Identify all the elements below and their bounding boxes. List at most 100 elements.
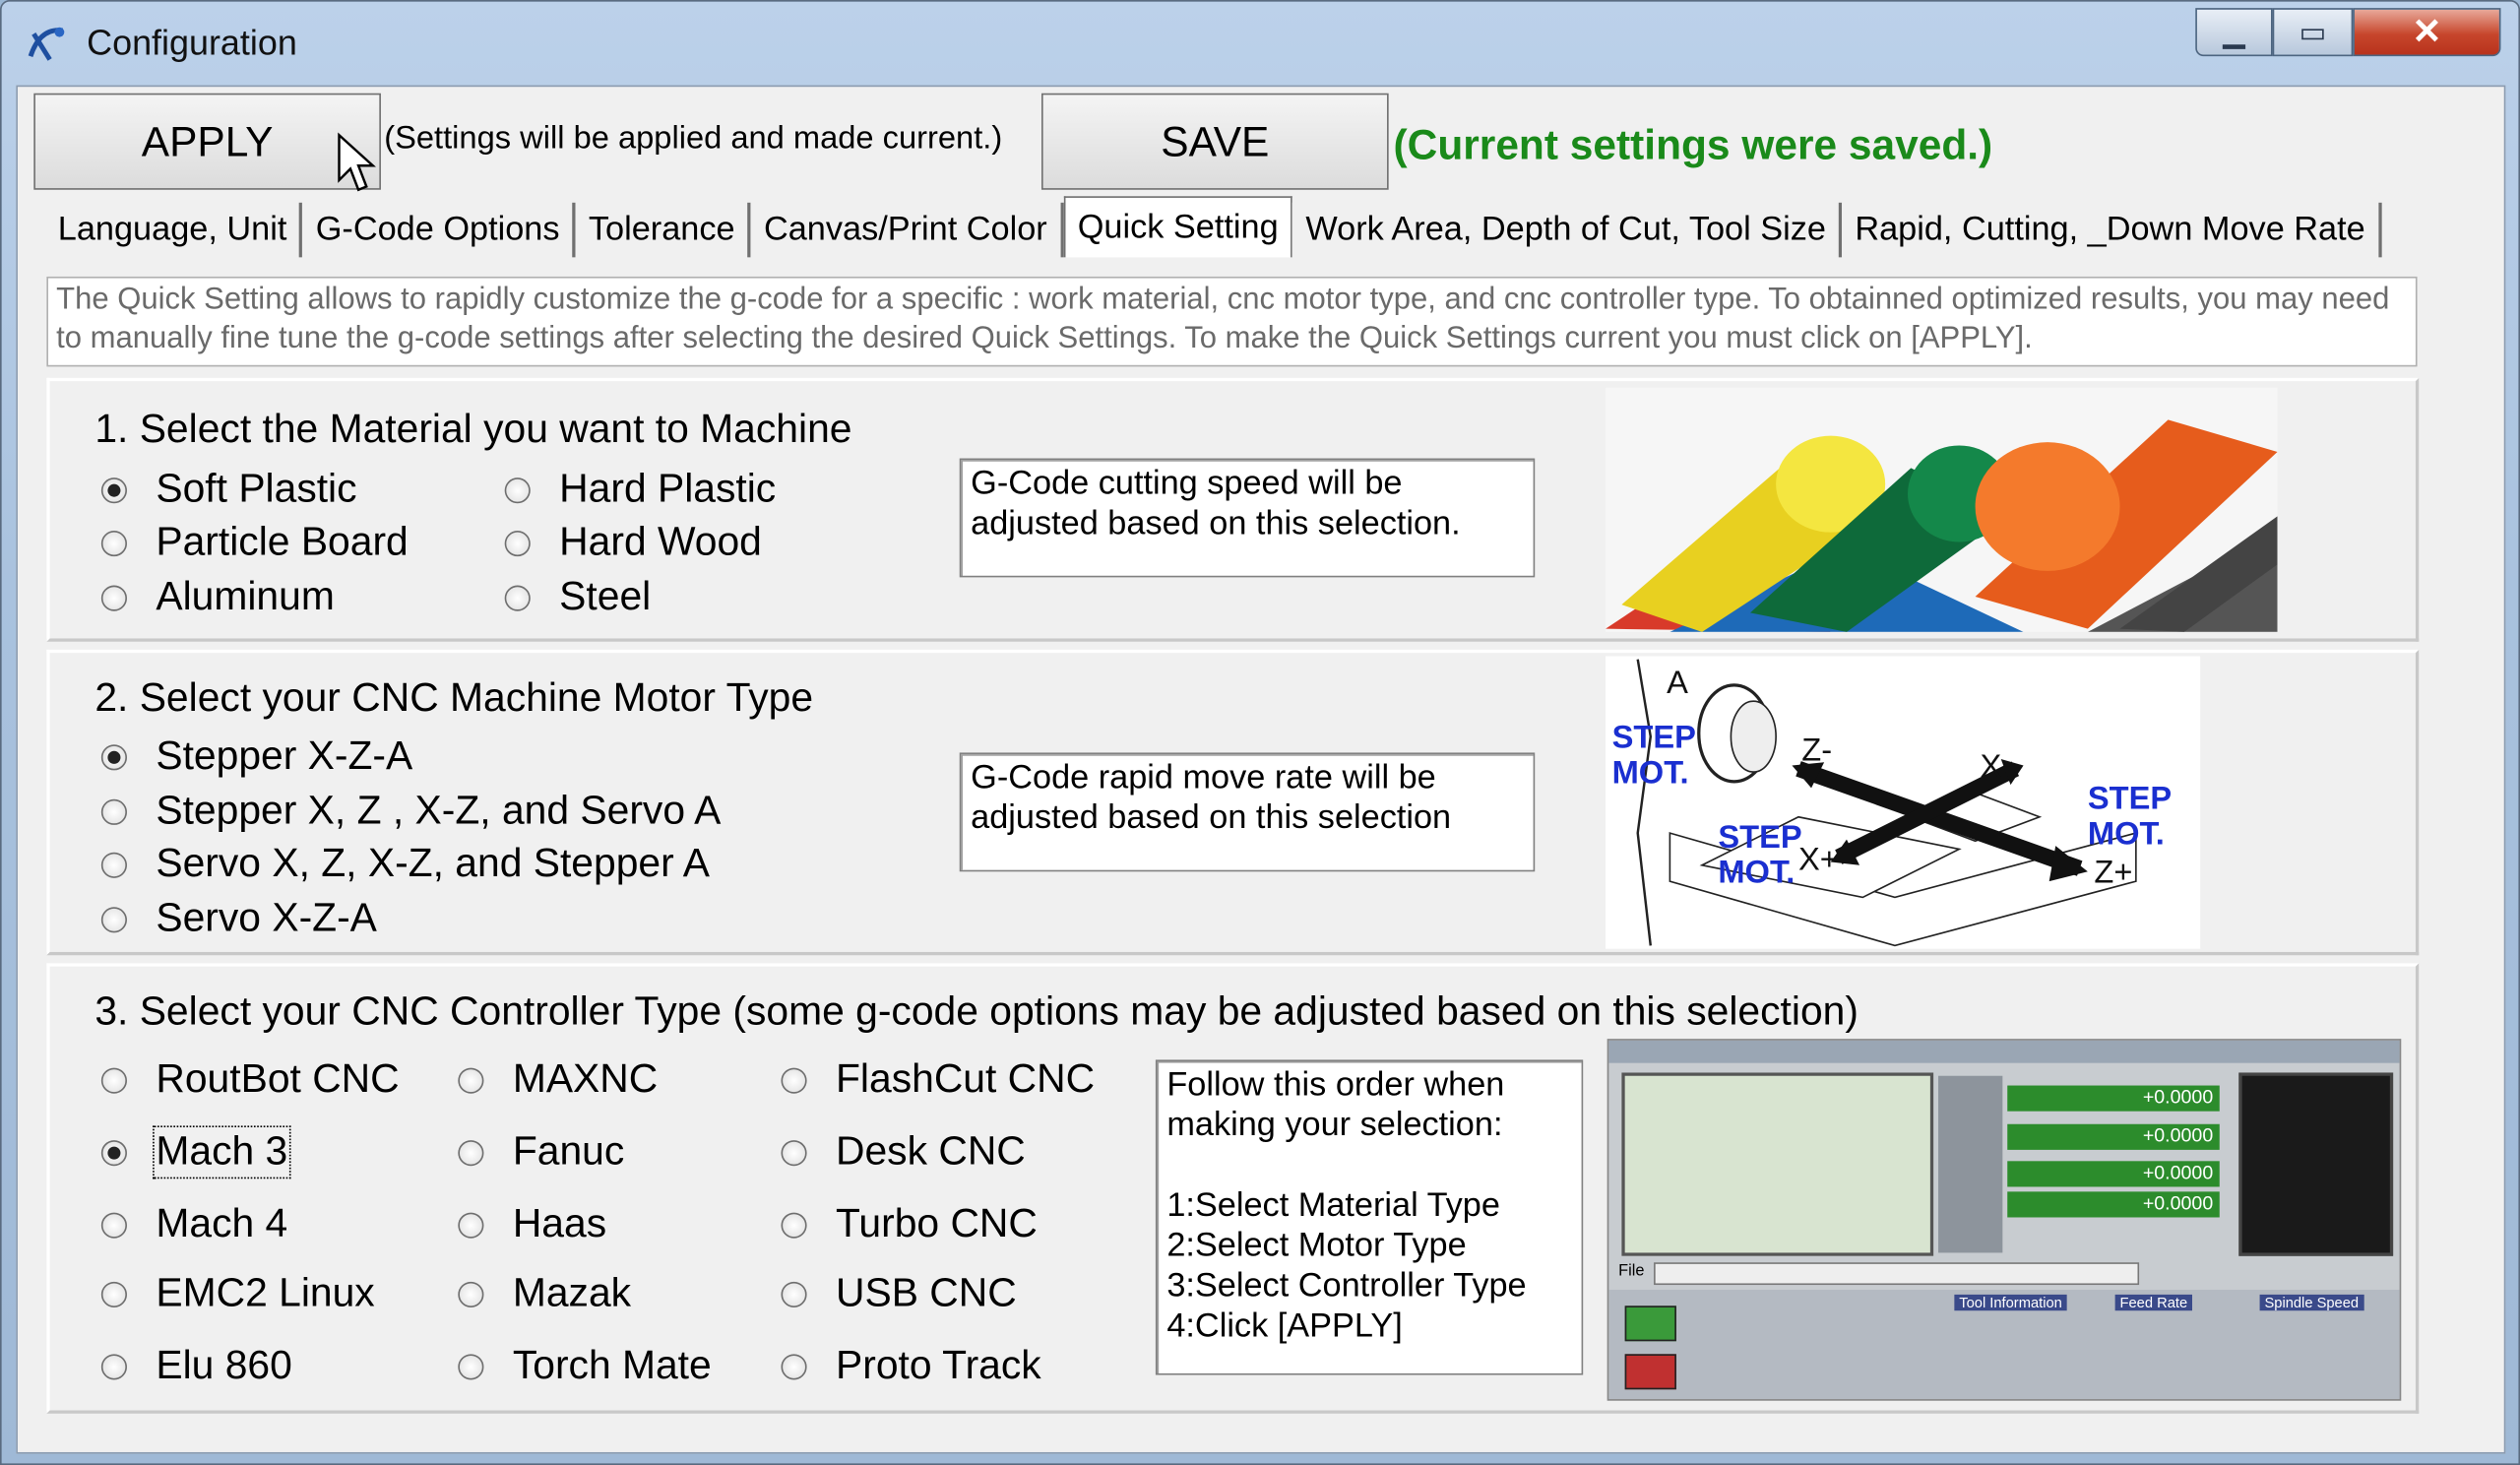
radio-soft-plastic[interactable]: Soft Plastic <box>100 466 357 513</box>
radio-label: Servo X-Z-A <box>156 895 377 941</box>
close-button[interactable]: ✕ <box>2353 8 2501 57</box>
radio-icon <box>100 530 127 556</box>
motor-info-box: G-Code rapid move rate will be adjusted … <box>959 752 1536 872</box>
minimize-icon: ▁ <box>2223 15 2245 48</box>
radio-hard-wood[interactable]: Hard Wood <box>504 520 762 566</box>
radio-elu-860[interactable]: Elu 860 <box>100 1343 292 1389</box>
radio-haas[interactable]: Haas <box>458 1201 606 1247</box>
radio-label: Mach 4 <box>156 1201 288 1246</box>
quick-setting-description: The Quick Setting allows to rapidly cust… <box>46 276 2418 367</box>
radio-label: Turbo CNC <box>836 1201 1038 1246</box>
mach3-stop-button <box>1624 1354 1676 1390</box>
mach3-feed-rate-label: Feed Rate <box>2114 1294 2193 1311</box>
radio-icon <box>100 1211 127 1238</box>
motor-heading: 2. Select your CNC Machine Motor Type <box>94 675 814 721</box>
radio-label: RoutBot CNC <box>156 1056 400 1102</box>
axis-x-minus-label: X- <box>1980 749 2013 786</box>
controller-heading: 3. Select your CNC Controller Type (some… <box>94 988 1858 1035</box>
radio-label: Stepper X, Z , X-Z, and Servo A <box>156 788 722 834</box>
tab-language-unit[interactable]: Language, Unit <box>44 202 303 258</box>
radio-icon <box>100 1281 127 1307</box>
tab-bar: Language, Unit G-Code Options Tolerance … <box>44 196 2382 258</box>
radio-routbot-cnc[interactable]: RoutBot CNC <box>100 1056 400 1103</box>
mach3-dro-a: +0.0000 <box>2007 1191 2220 1218</box>
mach3-cycle-start-button <box>1624 1306 1676 1342</box>
axis-z-minus-label: Z- <box>1801 732 1833 769</box>
window-title: Configuration <box>87 22 297 63</box>
maximize-button[interactable]: ▭ <box>2272 8 2354 57</box>
material-heading: 1. Select the Material you want to Machi… <box>94 407 852 452</box>
tab-gcode-options[interactable]: G-Code Options <box>302 202 576 258</box>
radio-usb-cnc[interactable]: USB CNC <box>781 1270 1017 1316</box>
radio-maxnc[interactable]: MAXNC <box>458 1056 658 1103</box>
minimize-button[interactable]: ▁ <box>2195 8 2273 57</box>
radio-label: Hard Plastic <box>559 466 777 512</box>
configuration-window: Configuration ▁ ▭ ✕ APPLY (Settings will… <box>0 0 2520 1465</box>
radio-desk-cnc[interactable]: Desk CNC <box>781 1129 1026 1176</box>
radio-icon <box>781 1211 807 1238</box>
radio-icon <box>781 1066 807 1093</box>
step-mot-label-x: STEP MOT. <box>1718 820 1802 891</box>
step-mot-label-a: STEP MOT. <box>1611 720 1696 792</box>
radio-mach-3[interactable]: Mach 3 <box>100 1125 291 1179</box>
title-bar[interactable]: Configuration ▁ ▭ ✕ <box>2 2 2519 86</box>
save-button[interactable]: SAVE <box>1040 93 1389 190</box>
radio-aluminum[interactable]: Aluminum <box>100 574 335 620</box>
radio-icon <box>100 1353 127 1379</box>
radio-fanuc[interactable]: Fanuc <box>458 1129 624 1176</box>
mach3-file-path <box>1654 1262 2140 1286</box>
radio-icon <box>504 530 531 556</box>
tab-rapid-cutting[interactable]: Rapid, Cutting, _Down Move Rate <box>1842 202 2382 258</box>
radio-flashcut-cnc[interactable]: FlashCut CNC <box>781 1056 1095 1103</box>
radio-proto-track[interactable]: Proto Track <box>781 1343 1041 1389</box>
axis-x-plus-label: X+ <box>1797 842 1839 878</box>
tab-canvas-print-color[interactable]: Canvas/Print Color <box>750 202 1064 258</box>
radio-mazak[interactable]: Mazak <box>458 1270 631 1316</box>
plastic-rods-image <box>1606 387 2278 632</box>
radio-label: FlashCut CNC <box>836 1056 1096 1102</box>
axis-z-plus-label: Z+ <box>2094 855 2133 891</box>
radio-icon <box>504 477 531 503</box>
apply-note: (Settings will be applied and made curre… <box>384 120 1003 157</box>
radio-icon <box>458 1066 484 1093</box>
tab-tolerance[interactable]: Tolerance <box>575 202 751 258</box>
radio-icon <box>458 1353 484 1379</box>
radio-icon <box>781 1139 807 1166</box>
radio-label: Mazak <box>512 1270 632 1316</box>
motor-panel: 2. Select your CNC Machine Motor Type St… <box>46 649 2420 956</box>
axis-a-label: A <box>1667 666 1688 702</box>
controller-panel: 3. Select your CNC Controller Type (some… <box>46 963 2420 1414</box>
radio-label: Soft Plastic <box>156 466 357 512</box>
radio-turbo-cnc[interactable]: Turbo CNC <box>781 1201 1038 1247</box>
radio-mach-4[interactable]: Mach 4 <box>100 1201 288 1247</box>
mach3-dro-z: +0.0000 <box>2007 1161 2220 1187</box>
radio-servo-xza[interactable]: Servo X-Z-A <box>100 895 377 942</box>
radio-steel[interactable]: Steel <box>504 574 651 620</box>
radio-icon <box>781 1353 807 1379</box>
apply-button[interactable]: APPLY <box>33 93 381 190</box>
step-mot-label-z: STEP MOT. <box>2087 781 2173 853</box>
radio-icon <box>458 1281 484 1307</box>
mach3-axis-buttons <box>1938 1075 2003 1253</box>
radio-label: MAXNC <box>512 1056 659 1102</box>
radio-torch-mate[interactable]: Torch Mate <box>458 1343 712 1389</box>
radio-icon <box>458 1139 484 1166</box>
radio-hard-plastic[interactable]: Hard Plastic <box>504 466 777 513</box>
lathe-axis-diagram: A STEP MOT. Z- X- STEP MOT. X+ STEP MOT.… <box>1606 656 2201 949</box>
radio-stepper-servo-a[interactable]: Stepper X, Z , X-Z, and Servo A <box>100 788 722 834</box>
radio-stepper-xza[interactable]: Stepper X-Z-A <box>100 732 413 780</box>
radio-label: Stepper X-Z-A <box>156 732 413 779</box>
controller-info-box: Follow this order when making your selec… <box>1155 1059 1584 1375</box>
close-icon: ✕ <box>2412 11 2442 52</box>
radio-icon <box>100 1066 127 1093</box>
app-logo-icon <box>28 27 65 61</box>
radio-servo-stepper-a[interactable]: Servo X, Z, X-Z, and Stepper A <box>100 841 710 887</box>
radio-emc2-linux[interactable]: EMC2 Linux <box>100 1270 375 1316</box>
radio-label: Fanuc <box>512 1128 625 1175</box>
tab-work-area[interactable]: Work Area, Depth of Cut, Tool Size <box>1292 202 1843 258</box>
material-panel: 1. Select the Material you want to Machi… <box>46 377 2420 642</box>
material-info-box: G-Code cutting speed will be adjusted ba… <box>959 458 1536 578</box>
mach3-tool-info-label: Tool Information <box>1954 1294 2067 1311</box>
tab-quick-setting[interactable]: Quick Setting <box>1063 196 1293 258</box>
radio-particle-board[interactable]: Particle Board <box>100 520 409 566</box>
